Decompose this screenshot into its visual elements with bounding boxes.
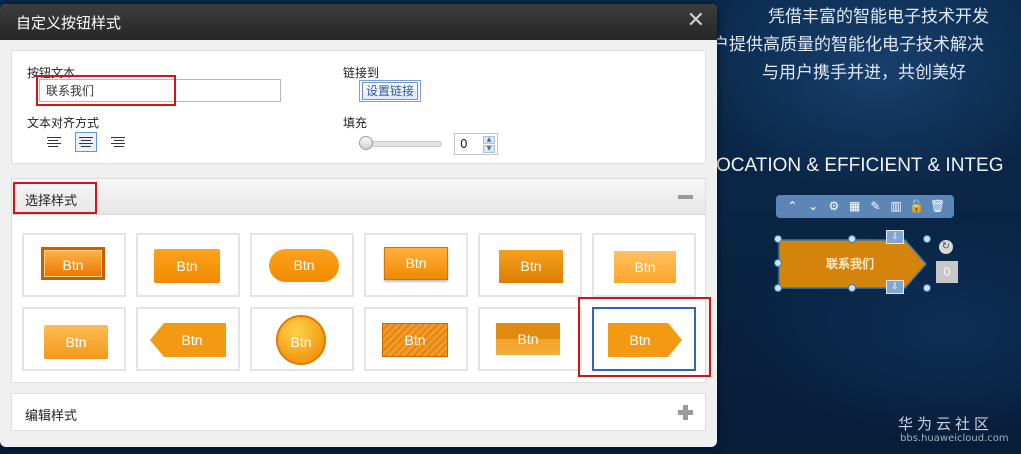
style-option-5[interactable]: Btn [478, 233, 582, 297]
watermark-url: bbs.huaweicloud.com [900, 433, 1009, 444]
set-link-button[interactable]: 设置链接 [359, 80, 422, 102]
edit-style-title: 编辑样式 [25, 409, 78, 424]
style-sample: Btn [181, 332, 203, 348]
style-option-7[interactable]: Btn [22, 307, 126, 371]
style-sample: Btn [154, 249, 220, 283]
brush-icon[interactable]: ✎ [867, 195, 883, 218]
set-link-button-label: 设置链接 [362, 82, 419, 100]
style-option-2[interactable]: Btn [136, 233, 240, 297]
style-sample: Btn [44, 325, 108, 359]
resize-handle[interactable] [774, 235, 782, 243]
anchor-download-icon[interactable]: ⇩ [886, 230, 904, 244]
bg-text-line-1: 凭借丰富的智能电子技术开发 [768, 7, 989, 27]
anchor-download-icon[interactable]: ⇩ [886, 280, 904, 294]
custom-button-style-dialog: 自定义按钮样式 ✕ 按钮文本 文本对齐方式 链接到 设置链接 填充 0 ▲ ▼ [0, 4, 717, 447]
resize-handle[interactable] [848, 235, 856, 243]
rotate-icon[interactable]: ↻ [939, 240, 953, 254]
fill-label: 填充 [343, 116, 368, 130]
style-option-8[interactable]: Btn [136, 307, 240, 371]
style-sample: Btn [384, 247, 448, 280]
resize-handle[interactable] [848, 284, 856, 292]
choose-style-header[interactable]: 选择样式 [12, 179, 705, 215]
stepper-up-icon[interactable]: ▲ [483, 136, 495, 144]
move-up-icon[interactable]: ⌃ [784, 195, 800, 218]
element-edit-toolbar: ⌃ ⌄ ⚙ ▦ ✎ ▥ 🔓 🗑 [776, 195, 954, 218]
align-left-icon[interactable] [43, 132, 65, 152]
style-option-10[interactable]: Btn [364, 307, 468, 371]
text-align-label: 文本对齐方式 [27, 116, 100, 130]
expand-plus-icon[interactable] [678, 405, 693, 420]
resize-handle[interactable] [923, 235, 931, 243]
style-sample: Btn [41, 247, 105, 280]
unlock-icon[interactable]: 🔓 [909, 195, 925, 218]
style-sample: Btn [382, 323, 448, 357]
bg-text-line-2: 户提供高质量的智能化电子技术解决 [712, 35, 984, 55]
canvas-button-element[interactable]: 联系我们 [778, 239, 928, 289]
grid-icon[interactable]: ▦ [847, 195, 863, 218]
trash-icon[interactable]: 🗑 [930, 195, 946, 218]
style-sample: Btn [276, 315, 326, 365]
watermark-title: 华为云社区 [898, 415, 994, 433]
button-text-input[interactable] [39, 79, 281, 102]
fill-value: 0 [460, 137, 468, 151]
close-icon[interactable]: ✕ [687, 9, 705, 33]
fill-slider-track[interactable] [362, 141, 442, 147]
style-sample: Btn [499, 250, 563, 283]
align-center-icon[interactable] [75, 132, 97, 152]
stepper-down-icon[interactable]: ▼ [483, 145, 495, 153]
choose-style-title: 选择样式 [25, 194, 78, 209]
choose-style-panel: 选择样式 Btn Btn Btn Btn Btn Btn Btn Btn Btn… [11, 178, 711, 383]
collapse-minus-icon[interactable] [678, 195, 693, 199]
resize-handle[interactable] [923, 284, 931, 292]
style-option-1[interactable]: Btn [22, 233, 126, 297]
style-sample: Btn [629, 332, 651, 348]
style-sample: Btn [269, 249, 339, 282]
bg-text-line-3: 与用户携手并进，共创美好 [762, 63, 966, 83]
dialog-header: 自定义按钮样式 ✕ [0, 4, 717, 40]
edit-style-panel[interactable]: 编辑样式 [11, 393, 706, 431]
button-settings-panel: 按钮文本 文本对齐方式 链接到 设置链接 填充 0 ▲ ▼ [11, 50, 706, 164]
resize-handle[interactable] [774, 284, 782, 292]
chart-icon[interactable]: ▥ [888, 195, 904, 218]
style-option-9[interactable]: Btn [250, 307, 354, 371]
link-to-label: 链接到 [343, 66, 380, 80]
move-down-icon[interactable]: ⌄ [805, 195, 821, 218]
resize-handle[interactable] [774, 259, 782, 267]
style-sample: Btn [496, 323, 560, 355]
style-option-12-selected[interactable]: Btn [592, 307, 696, 371]
bg-tagline: OCATION & EFFICIENT & INTEG [716, 155, 1004, 176]
gear-icon[interactable]: ⚙ [826, 195, 842, 218]
rotation-angle-box: 0 [936, 261, 958, 283]
fill-slider-thumb[interactable] [359, 136, 373, 150]
fill-value-stepper[interactable]: 0 ▲ ▼ [454, 133, 498, 155]
style-option-11[interactable]: Btn [478, 307, 582, 371]
style-option-3[interactable]: Btn [250, 233, 354, 297]
align-right-icon[interactable] [107, 132, 129, 152]
style-sample: Btn [614, 251, 676, 283]
dialog-title: 自定义按钮样式 [16, 14, 122, 32]
style-option-6[interactable]: Btn [592, 233, 696, 297]
style-option-4[interactable]: Btn [364, 233, 468, 297]
